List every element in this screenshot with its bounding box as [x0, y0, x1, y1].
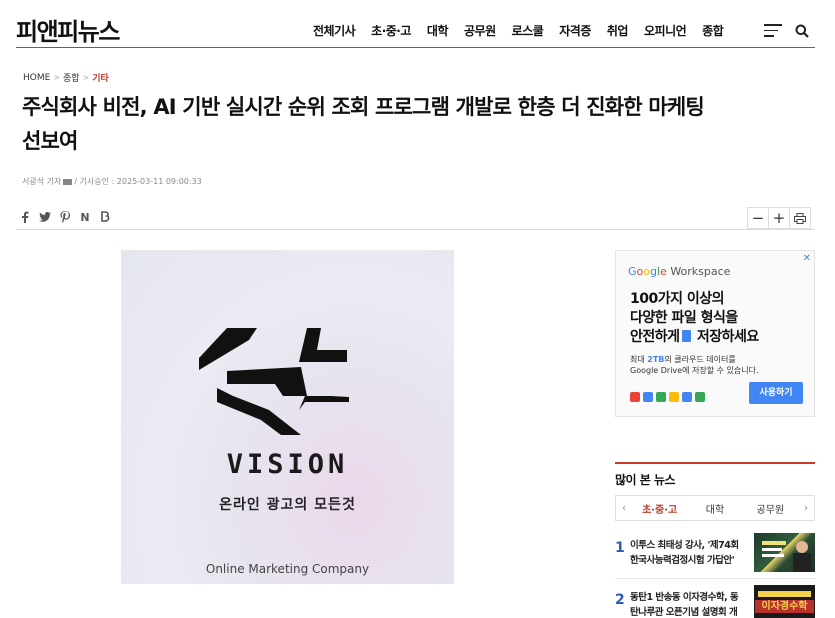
share-bar: N: [18, 210, 118, 224]
breadcrumb-separator: >: [53, 73, 61, 82]
article-approved-date: / 기사승인 : 2025-03-11 09:00:33: [74, 177, 202, 186]
pinterest-icon[interactable]: [58, 210, 72, 224]
popular-tabs: ‹ 초·중·고 대학 공무원 ›: [615, 495, 815, 521]
ad-cta-button[interactable]: 사용하기: [749, 382, 803, 404]
slides-icon: [682, 392, 692, 402]
popular-rank: 1: [615, 540, 625, 556]
share-divider: [16, 229, 815, 230]
popular-thumbnail-text: 이자경수학: [755, 600, 814, 613]
main-nav: 전체기사 초·중·고 대학 공무원 로스쿨 자격증 취업 오피니언 종합: [313, 22, 724, 39]
popular-item[interactable]: 2 동탄1 반송동 이자경수학, 동탄나루관 오픈기념 설명회 개 이자경수학: [615, 585, 815, 618]
image-tagline-en: Online Marketing Company: [205, 562, 370, 576]
popular-rank: 2: [615, 592, 625, 608]
print-icon: [794, 212, 806, 224]
zoom-in-button[interactable]: +: [768, 207, 790, 229]
ad-app-icons: [630, 392, 708, 402]
twitter-icon[interactable]: [38, 210, 52, 224]
tab-university[interactable]: 대학: [687, 501, 742, 516]
search-icon[interactable]: [795, 24, 809, 38]
article-meta: 서광석 기자 / 기사승인 : 2025-03-11 09:00:33: [22, 176, 202, 187]
ad-close-icon[interactable]: ✕: [803, 253, 811, 264]
article-title-line-2: 선보여: [22, 129, 78, 153]
print-button[interactable]: [789, 207, 811, 229]
vision-logo-mark: [199, 328, 349, 435]
popular-divider: [615, 462, 815, 464]
zoom-out-button[interactable]: −: [747, 207, 769, 229]
ad-brand: Google Workspace: [628, 265, 731, 278]
site-header: 피앤피뉴스 전체기사 초·중·고 대학 공무원 로스쿨 자격증 취업 오피니언 …: [0, 0, 835, 50]
popular-next-arrow[interactable]: ›: [798, 503, 814, 514]
popular-thumbnail[interactable]: 이자경수학: [754, 585, 815, 618]
breadcrumb: HOME > 종합 > 기타: [23, 71, 109, 85]
ad-subtext: 최대 2TB의 클라우드 데이터를 Google Drive에 저장할 수 있습…: [630, 355, 759, 375]
band-icon[interactable]: [98, 210, 112, 224]
hamburger-menu-icon[interactable]: [764, 24, 782, 38]
popular-news-title: 많이 본 뉴스: [615, 473, 676, 487]
article-image: VISION 온라인 광고의 모든것 Online Marketing Comp…: [121, 250, 454, 584]
calendar-icon: [643, 392, 653, 402]
gmail-icon: [630, 392, 640, 402]
breadcrumb-home[interactable]: HOME: [23, 73, 50, 83]
article-tools: − +: [747, 207, 811, 229]
facebook-icon[interactable]: [18, 210, 32, 224]
popular-item[interactable]: 1 이투스 최태성 강사, '제74회 한국사능력검정시험 가답안': [615, 533, 815, 582]
mail-icon[interactable]: [63, 178, 73, 185]
popular-headline[interactable]: 동탄1 반송동 이자경수학, 동탄나루관 오픈기념 설명회 개: [630, 590, 746, 618]
nav-item-opinion[interactable]: 오피니언: [644, 22, 687, 39]
drive-icon: [656, 392, 666, 402]
nav-item-jobs[interactable]: 취업: [607, 22, 629, 39]
popular-prev-arrow[interactable]: ‹: [616, 503, 632, 514]
article-title-line-1: 주식회사 비전, AI 기반 실시간 순위 조회 프로그램 개발로 한층 더 진…: [22, 95, 705, 119]
nav-item-general[interactable]: 종합: [702, 22, 724, 39]
tab-k12[interactable]: 초·중·고: [632, 501, 687, 516]
tab-civil-service[interactable]: 공무원: [743, 501, 798, 516]
header-divider: [16, 47, 815, 48]
image-tagline-kr: 온라인 광고의 모든것: [219, 497, 356, 513]
image-brand-text: VISION: [226, 449, 349, 480]
nav-item-certificate[interactable]: 자격증: [559, 22, 591, 39]
popular-thumbnail[interactable]: [754, 533, 815, 572]
nav-item-all[interactable]: 전체기사: [313, 22, 356, 39]
meet-icon: [695, 392, 705, 402]
nav-item-law-school[interactable]: 로스쿨: [512, 22, 544, 39]
site-logo[interactable]: 피앤피뉴스: [16, 12, 120, 47]
breadcrumb-current[interactable]: 기타: [92, 71, 109, 84]
popular-item-divider: [615, 578, 815, 579]
docs-icon: [669, 392, 679, 402]
article-author[interactable]: 서광석 기자: [22, 176, 61, 187]
naver-icon[interactable]: N: [78, 210, 92, 224]
ad-headline: 100가지 이상의 다양한 파일 형식을 안전하게 저장하세요: [630, 291, 759, 345]
google-workspace-ad[interactable]: ✕ Google Workspace 100가지 이상의 다양한 파일 형식을 …: [615, 250, 815, 417]
file-icon: [681, 330, 691, 342]
popular-headline[interactable]: 이투스 최태성 강사, '제74회 한국사능력검정시험 가답안': [630, 538, 746, 568]
nav-item-university[interactable]: 대학: [427, 22, 449, 39]
nav-item-civil-service[interactable]: 공무원: [464, 22, 496, 39]
breadcrumb-section[interactable]: 종합: [63, 71, 80, 84]
nav-item-k12[interactable]: 초·중·고: [371, 22, 411, 39]
breadcrumb-separator: >: [82, 73, 90, 82]
article-title: 주식회사 비전, AI 기반 실시간 순위 조회 프로그램 개발로 한층 더 진…: [22, 90, 802, 158]
